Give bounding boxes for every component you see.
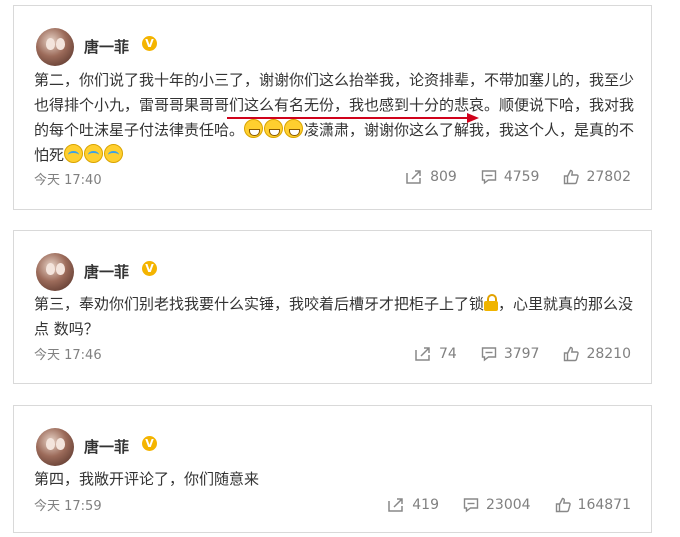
- thumbs-up-icon: [555, 497, 571, 513]
- like-button[interactable]: 27802: [563, 169, 631, 185]
- verified-icon: V: [142, 36, 157, 51]
- post-card: 唐一菲 V 第四，我敞开评论了，你们随意来 今天 17:59 419 23004…: [13, 405, 652, 533]
- comment-count: 23004: [486, 497, 531, 513]
- author-name[interactable]: 唐一菲: [84, 36, 129, 57]
- action-bar: 74 3797 28210: [390, 346, 631, 362]
- share-count: 809: [430, 169, 457, 185]
- thumbs-up-icon: [564, 169, 580, 185]
- comment-icon: [481, 347, 497, 362]
- lock-emoji-icon: [484, 294, 499, 312]
- share-button[interactable]: 74: [414, 346, 457, 362]
- share-icon: [415, 347, 430, 361]
- comment-button[interactable]: 3797: [481, 346, 540, 362]
- comment-button[interactable]: 23004: [463, 497, 531, 513]
- avatar[interactable]: [36, 428, 74, 466]
- like-count: 28210: [586, 346, 631, 362]
- cry-laugh-emoji-icon: [104, 144, 124, 163]
- action-bar: 419 23004 164871: [363, 497, 631, 513]
- thumbs-up-icon: [564, 346, 580, 362]
- red-underline-annotation: [227, 117, 467, 119]
- share-icon: [388, 498, 404, 512]
- post-text: 第四，我敞开评论了，你们随意来: [34, 467, 635, 492]
- share-count: 419: [412, 497, 439, 513]
- red-arrow-annotation: [467, 113, 479, 123]
- action-bar: 809 4759 27802: [381, 169, 631, 185]
- grin-emoji-icon: [264, 119, 284, 138]
- post-time[interactable]: 今天 17:40: [34, 169, 102, 188]
- post-time[interactable]: 今天 17:59: [34, 495, 102, 514]
- grin-emoji-icon: [244, 119, 264, 138]
- author-name[interactable]: 唐一菲: [84, 436, 129, 457]
- like-count: 164871: [577, 497, 631, 513]
- share-button[interactable]: 809: [405, 169, 457, 185]
- underlined-text: 雷哥哥果哥哥们这么有名无份，: [139, 96, 350, 114]
- comment-button[interactable]: 4759: [481, 169, 540, 185]
- verified-icon: V: [142, 261, 157, 276]
- like-button[interactable]: 164871: [555, 497, 631, 513]
- share-count: 74: [438, 346, 457, 362]
- comment-count: 3797: [503, 346, 540, 362]
- like-button[interactable]: 28210: [563, 346, 631, 362]
- share-icon: [406, 170, 421, 184]
- post-card: 唐一菲 V 第二，你们说了我十年的小三了，谢谢你们这么抬举我，论资排辈，不带加塞…: [13, 5, 652, 210]
- comment-icon: [481, 170, 497, 185]
- author-name[interactable]: 唐一菲: [84, 261, 129, 282]
- comment-count: 4759: [503, 169, 540, 185]
- like-count: 27802: [586, 169, 631, 185]
- cry-laugh-emoji-icon: [84, 144, 104, 163]
- verified-icon: V: [142, 436, 157, 451]
- comment-icon: [463, 498, 479, 513]
- post-text-part: 第四，我敞开评论了，你们随意来: [34, 470, 260, 488]
- share-button[interactable]: 419: [387, 497, 439, 513]
- avatar[interactable]: [36, 28, 74, 66]
- post-card: 唐一菲 V 第三，奉劝你们别老找我要什么实锤，我咬着后槽牙才把柜子上了锁 ，心里就…: [13, 230, 652, 384]
- post-text-part: 第三，奉劝你们别老找我要什么实锤，我咬着后槽牙才把柜子上了锁: [34, 295, 485, 313]
- post-text: 第三，奉劝你们别老找我要什么实锤，我咬着后槽牙才把柜子上了锁 ，心里就真的那么没点…: [34, 292, 635, 342]
- post-time[interactable]: 今天 17:46: [34, 344, 102, 363]
- avatar[interactable]: [36, 253, 74, 291]
- cry-laugh-emoji-icon: [64, 144, 84, 163]
- grin-emoji-icon: [284, 119, 304, 138]
